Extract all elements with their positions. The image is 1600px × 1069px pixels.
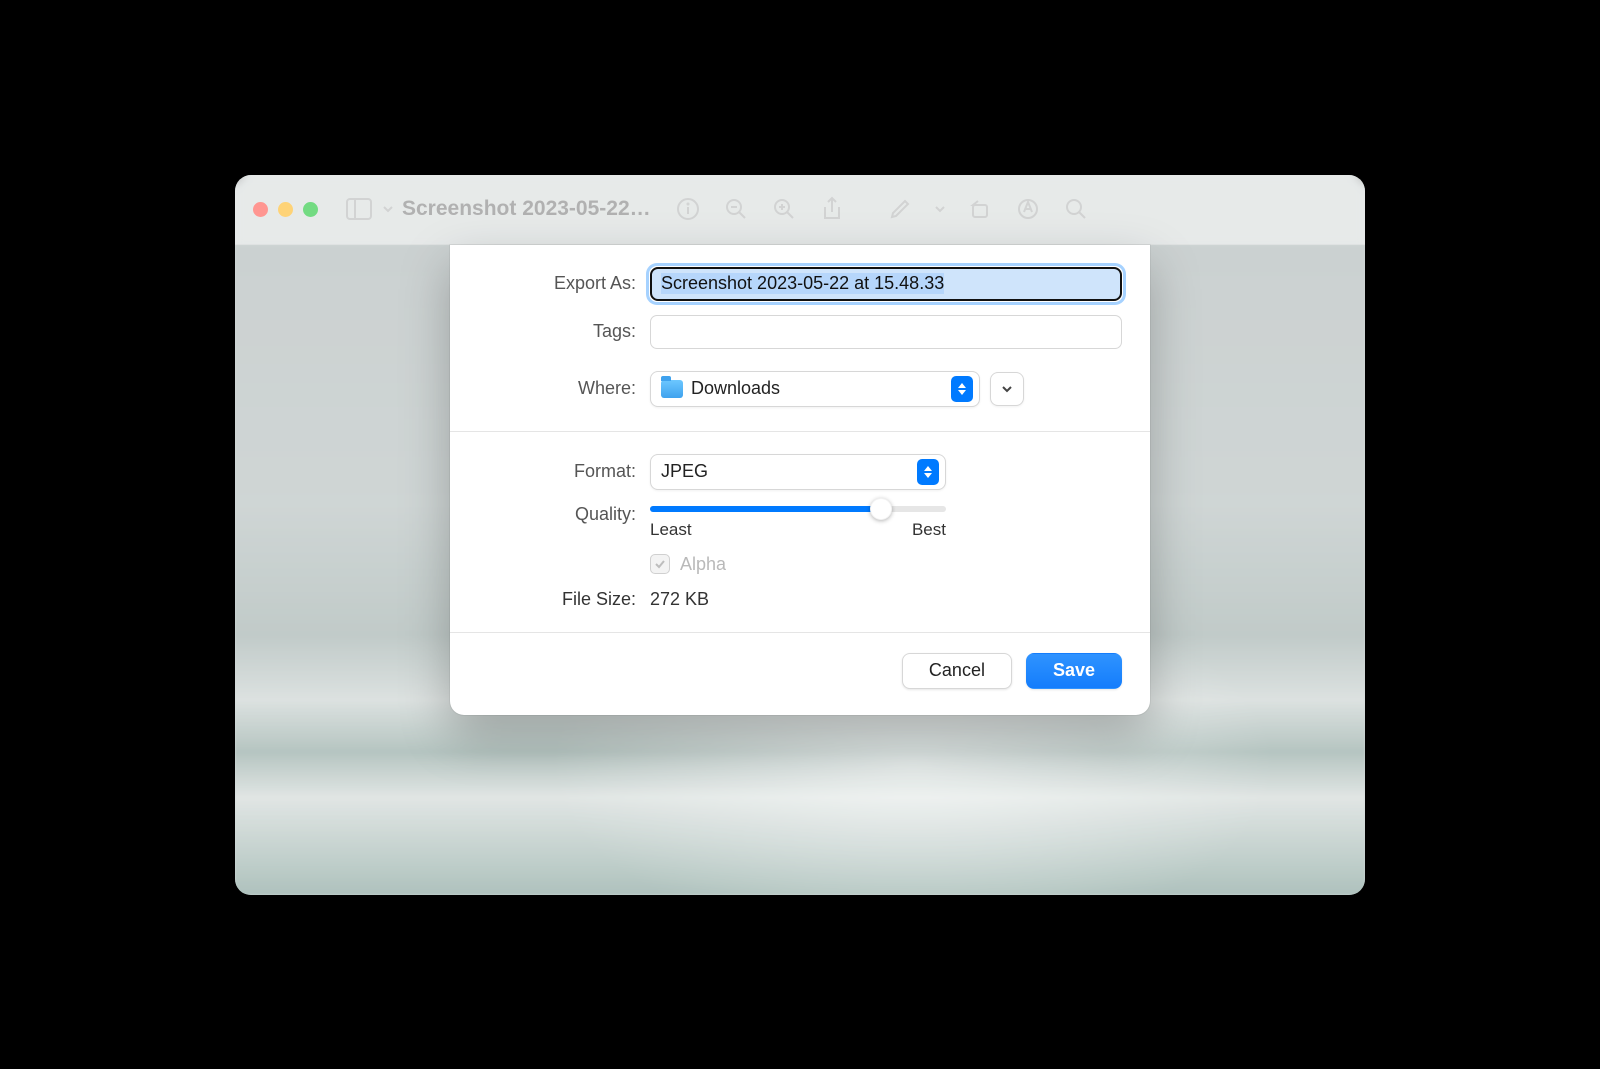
export-as-input[interactable] [650, 267, 1122, 301]
quality-label: Quality: [478, 504, 636, 525]
alpha-label: Alpha [680, 554, 726, 575]
where-value: Downloads [691, 378, 943, 399]
file-size-value: 272 KB [650, 589, 709, 610]
format-label: Format: [478, 461, 636, 482]
popup-stepper-icon [917, 459, 939, 485]
format-value: JPEG [661, 461, 909, 482]
where-label: Where: [478, 378, 636, 399]
where-popup[interactable]: Downloads [650, 371, 980, 407]
file-size-label: File Size: [478, 589, 636, 610]
alpha-checkbox: Alpha [650, 554, 726, 575]
save-button[interactable]: Save [1026, 653, 1122, 689]
format-popup[interactable]: JPEG [650, 454, 946, 490]
quality-least-label: Least [650, 520, 692, 540]
cancel-button[interactable]: Cancel [902, 653, 1012, 689]
export-as-label: Export As: [478, 273, 636, 294]
quality-slider[interactable] [650, 504, 946, 512]
export-sheet: Export As: Tags: Where: [450, 245, 1150, 715]
tags-input[interactable] [650, 315, 1122, 349]
quality-best-label: Best [912, 520, 946, 540]
expand-location-button[interactable] [990, 372, 1024, 406]
popup-stepper-icon [951, 376, 973, 402]
checkbox-icon [650, 554, 670, 574]
tags-label: Tags: [478, 321, 636, 342]
folder-icon [661, 380, 683, 398]
preview-window: Screenshot 2023-05-22… [235, 175, 1365, 895]
